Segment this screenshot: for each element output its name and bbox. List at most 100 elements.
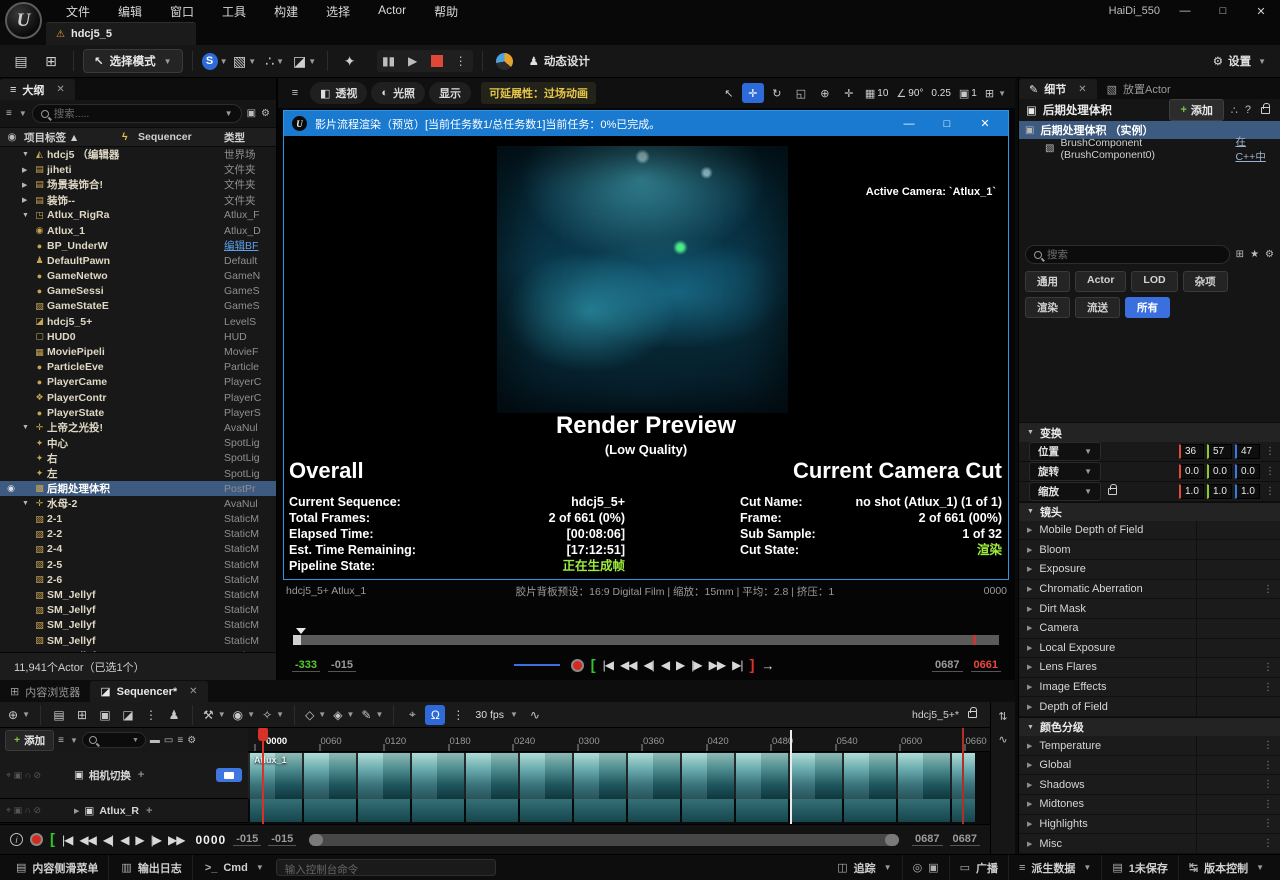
transport-button[interactable]: ◀◀: [620, 658, 637, 672]
transport-button[interactable]: |◀: [603, 658, 614, 672]
render-minimize-button[interactable]: —: [894, 118, 924, 130]
expand-arrow-icon[interactable]: ▼: [22, 500, 32, 507]
property-section-row[interactable]: ▶ Midtones ⋮: [1019, 795, 1280, 815]
work-start-field[interactable]: -015: [268, 833, 297, 846]
outliner-search-input[interactable]: [53, 107, 218, 120]
property-section-row[interactable]: ▶ Camera: [1019, 618, 1280, 639]
add-component-button[interactable]: + 添加: [1169, 99, 1224, 122]
row-menu-kebab[interactable]: ⋮: [1264, 486, 1276, 497]
transport-button[interactable]: |◀: [62, 833, 73, 847]
outliner-row[interactable]: ▢ HUD0 HUD: [0, 329, 276, 345]
tab-content-browser[interactable]: ⊞ 内容浏览器: [0, 681, 90, 702]
output-log-button[interactable]: ▥ 输出日志: [111, 855, 193, 880]
level-tab[interactable]: ⚠ hdcj5_5: [46, 22, 196, 45]
transport-button[interactable]: |▶: [691, 658, 702, 672]
expand-arrow-icon[interactable]: ▶: [22, 181, 32, 189]
outliner-row[interactable]: ▧ SM_Jellyf StaticM: [0, 602, 276, 618]
transform-axis-dropdown[interactable]: 位置 ▼: [1029, 441, 1101, 461]
content-drawer-button[interactable]: ▤ 内容侧滑菜单: [6, 855, 110, 880]
camera-actor-track[interactable]: ⌖ ▣ ∩ ⊘ ▶ ▣ Atlux_R +: [0, 799, 248, 823]
sequence-lock-icon[interactable]: [968, 707, 977, 718]
tab-sequencer[interactable]: ◪ Sequencer* ✕: [90, 681, 208, 702]
transport-button[interactable]: ▶: [135, 833, 144, 847]
expand-arrow-icon[interactable]: ▼: [22, 151, 32, 158]
outliner-row[interactable]: ▼ ◭ hdcj5 （编辑器 世界场: [0, 147, 276, 163]
type-column[interactable]: 类型: [224, 130, 276, 145]
outliner-row[interactable]: ● PlayerCame PlayerC: [0, 374, 276, 390]
outliner-row[interactable]: ▼ ✛ 水母-2 AvaNul: [0, 496, 276, 512]
rotation-snap-toggle[interactable]: ∠ 90°: [893, 83, 926, 103]
add-section-icon[interactable]: +: [146, 805, 152, 817]
node-graph-dropdown[interactable]: ∴ ▼: [262, 49, 288, 73]
details-search-input[interactable]: [1047, 248, 1221, 261]
visibility-column-icon[interactable]: ◉: [0, 131, 24, 143]
grid-snap-toggle[interactable]: ▦ 10: [862, 83, 892, 103]
section-menu-kebab[interactable]: ⋮: [1262, 682, 1274, 693]
property-section-row[interactable]: ▶ Image Effects ⋮: [1019, 677, 1280, 698]
platforms-icon[interactable]: [495, 52, 513, 70]
scrubber-playhead[interactable]: [296, 628, 306, 639]
expand-arrow-icon[interactable]: ▶: [22, 166, 32, 174]
section-menu-kebab[interactable]: ⋮: [1262, 838, 1274, 849]
transport-button[interactable]: ◀: [120, 833, 129, 847]
track-settings-icon[interactable]: ⚙: [187, 735, 196, 746]
camera-lock-toggle[interactable]: [216, 768, 242, 782]
menu-item[interactable]: 窗口: [156, 0, 208, 23]
y-value-field[interactable]: 57: [1207, 443, 1232, 459]
outliner-row[interactable]: ✦ 中心 SpotLig: [0, 435, 276, 451]
property-section-row[interactable]: ▶ Chromatic Aberration ⋮: [1019, 579, 1280, 600]
snap-magnet-toggle[interactable]: Ω: [425, 704, 446, 725]
timeline-scrubber[interactable]: [293, 628, 999, 645]
z-value-field[interactable]: 0.0: [1235, 463, 1260, 479]
work-end-field[interactable]: 0687: [912, 833, 943, 846]
console-input-box[interactable]: [275, 859, 496, 876]
section-menu-kebab[interactable]: ⋮: [1262, 760, 1274, 771]
filter-chip[interactable]: 杂项: [1182, 271, 1228, 293]
outliner-row[interactable]: ✦ 右 SpotLig: [0, 450, 276, 466]
outliner-row[interactable]: ✦ 左 SpotLig: [0, 465, 276, 482]
menu-item[interactable]: 文件: [52, 0, 104, 23]
transport-button[interactable]: ▶▶: [168, 833, 185, 847]
camera-cut-filmstrip[interactable]: Atlux_1: [248, 752, 990, 824]
surface-snap-icon[interactable]: ✛: [838, 83, 860, 103]
tab-outliner[interactable]: ≡ 大纲 ✕: [0, 79, 75, 100]
trace-dropdown[interactable]: ◫ 追踪 ▼: [827, 855, 903, 880]
outliner-row[interactable]: ▧ SM_Jellyf StaticM: [0, 587, 276, 603]
auto-key-dropdown[interactable]: ◇ ▼: [303, 705, 328, 725]
transform-section-header[interactable]: ▼ 变换: [1019, 422, 1280, 442]
z-value-field[interactable]: 1.0: [1235, 483, 1260, 499]
property-section-row[interactable]: ▶ Local Exposure: [1019, 638, 1280, 659]
help-icon[interactable]: ?: [1245, 104, 1251, 116]
property-section-row[interactable]: ▶ Shadows ⋮: [1019, 775, 1280, 796]
track-filter-icon[interactable]: ≡: [58, 735, 64, 746]
world-dropdown[interactable]: ⊕ ▼: [6, 705, 32, 725]
close-button[interactable]: ✕: [1242, 0, 1280, 22]
sequencer-playhead[interactable]: [262, 728, 264, 824]
viewport-layout-dropdown[interactable]: ⊞ ▼: [982, 83, 1009, 103]
outliner-row[interactable]: ▶ ▤ jiheti 文件夹: [0, 162, 276, 178]
z-value-field[interactable]: 47: [1235, 443, 1260, 459]
outliner-row[interactable]: ▼ ◳ Atlux_RigRa Atlux_F: [0, 207, 276, 223]
range-start-field[interactable]: -333: [292, 659, 321, 672]
x-value-field[interactable]: 36: [1179, 443, 1204, 459]
select-tool-icon[interactable]: ↖: [718, 83, 740, 103]
lens-section-header[interactable]: ▼ 镜头: [1019, 501, 1280, 521]
range-out-field[interactable]: 0687: [932, 659, 963, 672]
save-sequence-button[interactable]: ▤: [49, 705, 69, 725]
bolt-column-icon[interactable]: ϟ: [122, 131, 138, 143]
outliner-row[interactable]: ● GameNetwo GameN: [0, 268, 276, 284]
stop-button[interactable]: [425, 50, 449, 72]
property-section-row[interactable]: ▶ Mobile Depth of Field: [1019, 520, 1280, 541]
transport-button[interactable]: ◀: [661, 658, 670, 672]
playback-options-dropdown[interactable]: ⚒ ▼: [201, 705, 228, 725]
property-section-row[interactable]: ▶ Exposure: [1019, 560, 1280, 580]
transport-button[interactable]: ▶▶: [709, 658, 726, 672]
view-options-dropdown[interactable]: ◉ ▼: [231, 705, 257, 725]
goto-end-button[interactable]: →: [761, 658, 774, 673]
property-section-row[interactable]: ▶ Highlights ⋮: [1019, 814, 1280, 835]
lamp-button[interactable]: ✦: [337, 49, 363, 73]
property-section-row[interactable]: ▶ Dirt Mask: [1019, 599, 1280, 619]
lit-dropdown[interactable]: ◐ 光照: [371, 82, 426, 104]
blueprints-dropdown[interactable]: S ▼: [201, 49, 228, 73]
current-frame-field[interactable]: 0000: [195, 833, 226, 847]
